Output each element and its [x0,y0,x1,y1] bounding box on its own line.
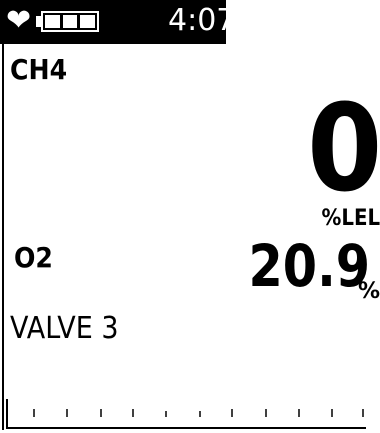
scale-ruler [6,395,366,429]
gas-2-label: O2 [14,241,53,274]
battery-icon [41,11,99,32]
gas-1-value: 0 [306,80,380,219]
battery-bar [45,15,60,28]
gas-1-unit: %LEL [321,206,380,231]
instrument-display: ❤ 4:07 CH4 0 %LEL O2 20.9 % VALVE 3 [0,0,380,433]
gas-2-value: 20.9 [248,232,370,300]
gas-2-unit: % [357,279,380,304]
valve-number: 3 [101,311,119,346]
valve-label: VALVE 3 [10,312,119,346]
status-bar: ❤ 4:07 [0,0,235,44]
battery-bar [62,15,78,28]
valve-text: VALVE [10,311,93,346]
heart-icon: ❤ [6,3,32,38]
clock-time: 4:07 [168,3,236,38]
left-border [2,36,4,430]
scale-ruler-graphic [6,399,366,429]
gas-1-label: CH4 [10,53,68,86]
battery-bar [80,15,96,28]
